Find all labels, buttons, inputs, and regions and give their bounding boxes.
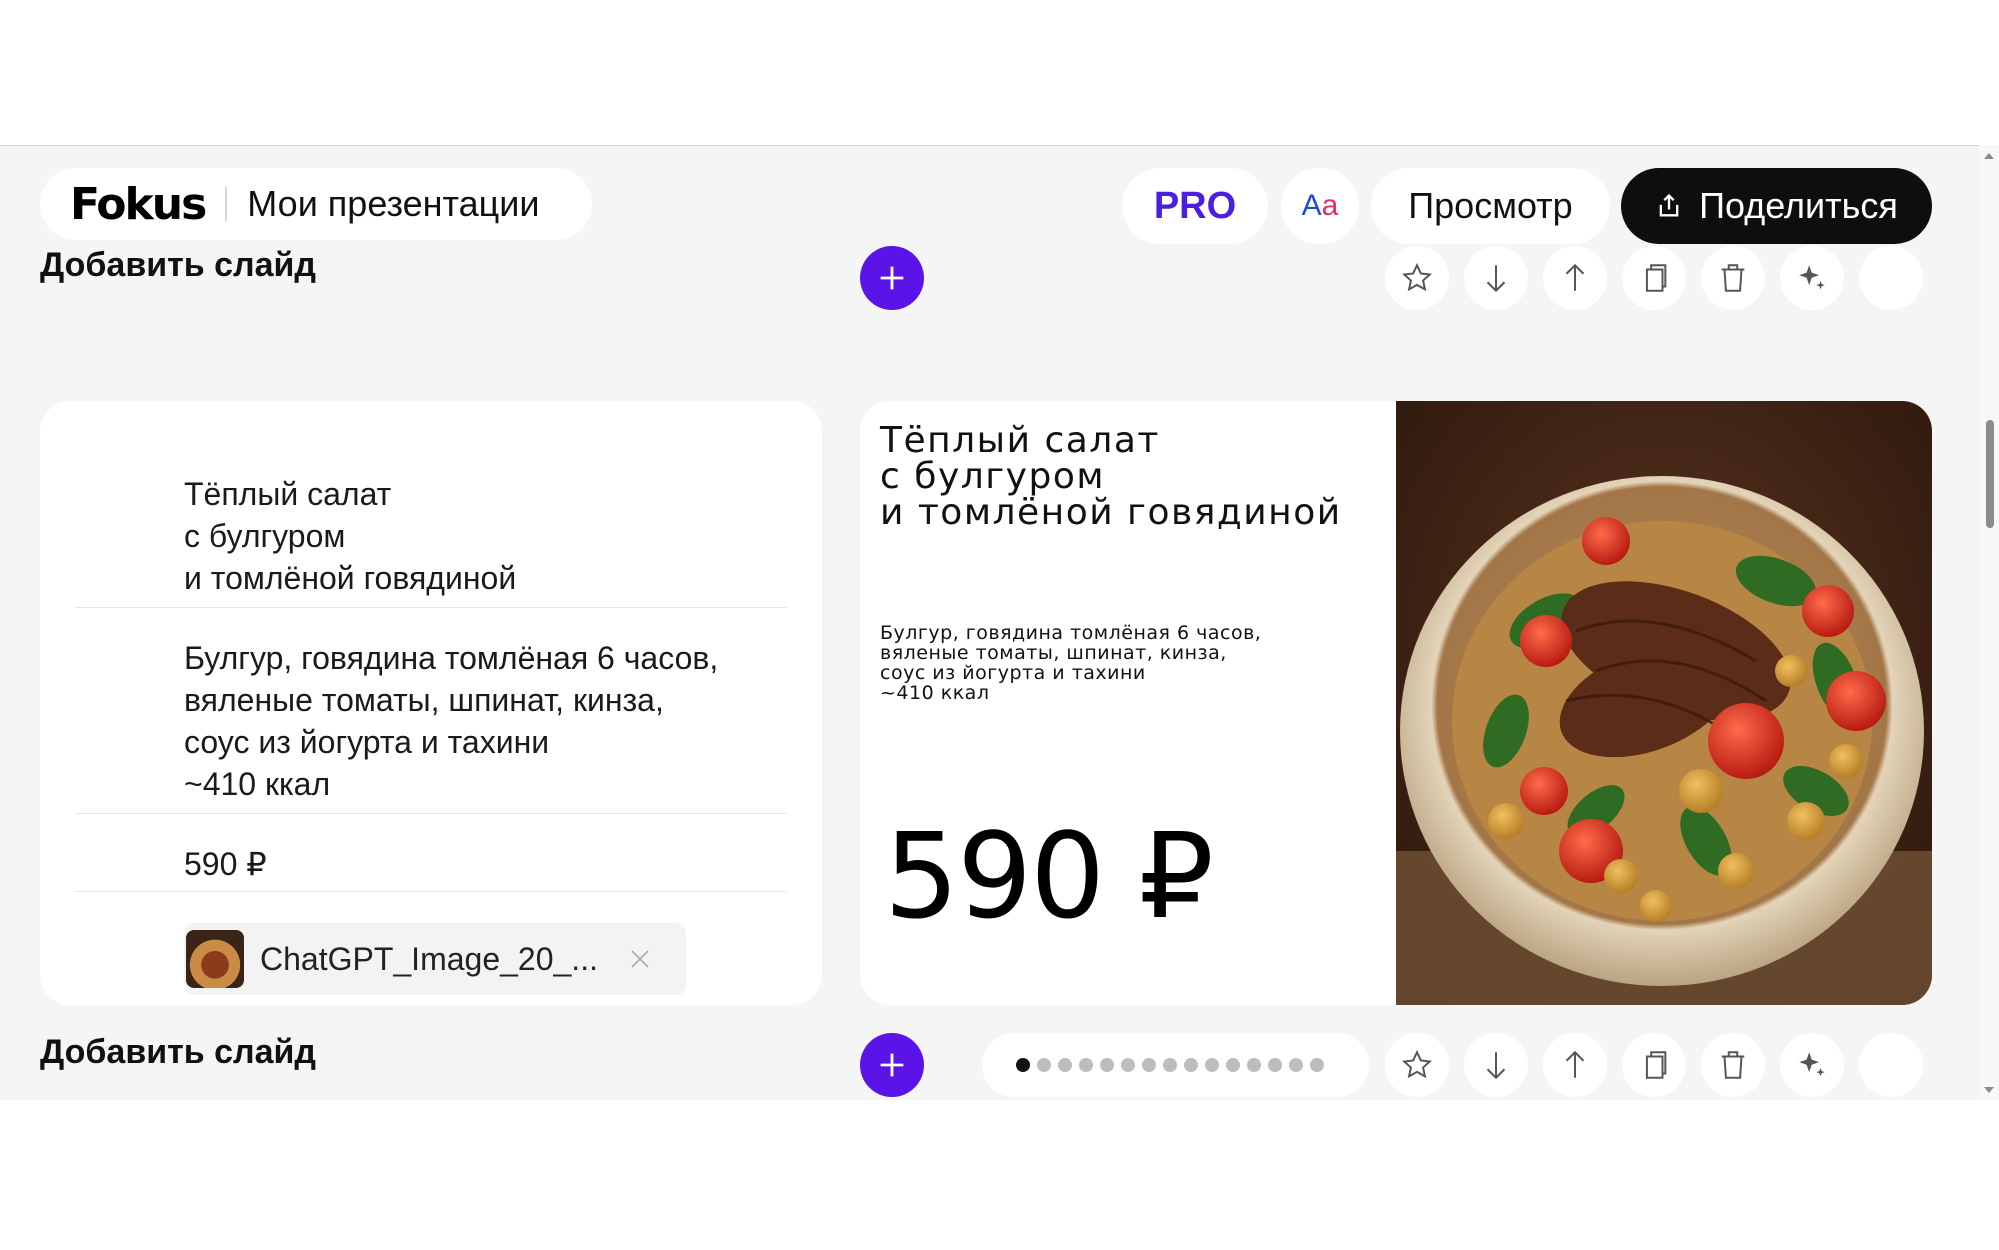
scroll-down-icon[interactable] xyxy=(1983,1085,1995,1095)
pagination-dot[interactable] xyxy=(1121,1058,1135,1072)
attachment-filename: ChatGPT_Image_20_... xyxy=(260,940,598,977)
pagination-dot[interactable] xyxy=(1310,1058,1324,1072)
scroll-up-icon[interactable] xyxy=(1983,151,1995,161)
price-field[interactable]: 590 ₽ xyxy=(184,843,267,885)
title-field[interactable]: Тёплый салат с булгуром и томлёной говяд… xyxy=(184,473,516,599)
pagination-dot[interactable] xyxy=(1079,1058,1093,1072)
sparkle-icon xyxy=(1799,1052,1825,1077)
title-line: с булгуром xyxy=(184,518,346,554)
field-divider xyxy=(75,813,787,814)
description-line: ~410 ккал xyxy=(184,766,331,802)
close-icon[interactable] xyxy=(628,947,652,971)
pagination-dot[interactable] xyxy=(1100,1058,1114,1072)
copy-icon xyxy=(1645,1051,1667,1079)
delete-button[interactable] xyxy=(1701,1033,1765,1097)
ai-button-top[interactable] xyxy=(1780,246,1844,310)
slide-title: Тёплый салат с булгуром и томлёной говяд… xyxy=(880,423,1342,531)
brand-divider xyxy=(225,187,228,221)
ai-button[interactable] xyxy=(1780,1033,1844,1097)
fokus-logo[interactable]: Fokus xyxy=(70,179,207,230)
description-field[interactable]: Булгур, говядина томлёная 6 часов, вялен… xyxy=(184,637,718,805)
duplicate-button[interactable] xyxy=(1622,1033,1686,1097)
pagination-dot[interactable] xyxy=(1058,1058,1072,1072)
sparkle-icon xyxy=(1799,265,1825,290)
arrow-down-icon xyxy=(1486,1052,1506,1080)
image-attachment[interactable]: ChatGPT_Image_20_... xyxy=(184,923,686,995)
trash-icon xyxy=(1721,264,1745,292)
trash-icon xyxy=(1721,1051,1745,1079)
scroll-thumb[interactable] xyxy=(1986,420,1994,528)
pagination-dot[interactable] xyxy=(1163,1058,1177,1072)
slide-description-line: вяленые томаты, шпинат, кинза, xyxy=(880,642,1227,664)
plus-icon xyxy=(880,1053,904,1077)
description-line: Булгур, говядина томлёная 6 часов, xyxy=(184,640,719,676)
font-settings-button[interactable]: Aa xyxy=(1281,168,1359,244)
favorite-button-top[interactable] xyxy=(1385,246,1449,310)
salad-photo xyxy=(1396,401,1932,1005)
slide-preview[interactable]: Тёплый салат с булгуром и томлёной говяд… xyxy=(860,401,1932,1005)
slide-edit-card: Тёплый салат с булгуром и томлёной говяд… xyxy=(40,401,822,1005)
share-button[interactable]: Поделиться xyxy=(1621,168,1932,244)
add-slide-label[interactable]: Добавить слайд xyxy=(40,1033,316,1072)
star-icon xyxy=(1401,262,1433,292)
move-down-button[interactable] xyxy=(1464,1033,1528,1097)
slide-description-line: соус из йогурта и тахини xyxy=(880,662,1146,684)
move-up-button[interactable] xyxy=(1543,1033,1607,1097)
attachment-thumbnail xyxy=(186,930,244,988)
move-down-button-top[interactable] xyxy=(1464,246,1528,310)
layout-pagination[interactable] xyxy=(982,1033,1369,1097)
move-up-button-top[interactable] xyxy=(1543,246,1607,310)
share-icon xyxy=(1659,193,1679,217)
pagination-dot[interactable] xyxy=(1016,1058,1030,1072)
pagination-dot[interactable] xyxy=(1142,1058,1156,1072)
field-divider xyxy=(75,607,787,608)
slide-description-line: Булгур, говядина томлёная 6 часов, xyxy=(880,622,1262,644)
more-button-top[interactable] xyxy=(1859,246,1923,310)
copy-icon xyxy=(1645,264,1667,292)
slide-title-line: и томлёной говядиной xyxy=(880,492,1342,533)
add-slide-label-top[interactable]: Добавить слайд xyxy=(40,246,316,285)
plus-icon xyxy=(880,266,904,290)
more-button[interactable] xyxy=(1859,1033,1923,1097)
pagination-dot[interactable] xyxy=(1247,1058,1261,1072)
my-presentations-link[interactable]: Мои презентации xyxy=(247,183,539,225)
delete-button-top[interactable] xyxy=(1701,246,1765,310)
slide-title-line: с булгуром xyxy=(880,456,1106,497)
scrollbar[interactable] xyxy=(1979,145,1999,1100)
add-slide-button-top[interactable] xyxy=(860,246,924,310)
pagination-dot[interactable] xyxy=(1037,1058,1051,1072)
description-line: вяленые томаты, шпинат, кинза, xyxy=(184,682,664,718)
pagination-dot[interactable] xyxy=(1205,1058,1219,1072)
title-line: Тёплый салат xyxy=(184,476,392,512)
pro-button[interactable]: PRO xyxy=(1122,168,1268,244)
description-line: соус из йогурта и тахини xyxy=(184,724,550,760)
editor-viewport: Fokus Мои презентации PRO Aa Просмотр По… xyxy=(0,145,1999,1100)
brand-bar: Fokus Мои презентации xyxy=(40,168,592,240)
pagination-dot[interactable] xyxy=(1184,1058,1198,1072)
arrow-up-icon xyxy=(1565,263,1585,291)
duplicate-button-top[interactable] xyxy=(1622,246,1686,310)
pagination-dot[interactable] xyxy=(1289,1058,1303,1072)
star-icon xyxy=(1401,1049,1433,1079)
arrow-up-icon xyxy=(1565,1050,1585,1078)
add-slide-button[interactable] xyxy=(860,1033,924,1097)
font-icon-a-lower: a xyxy=(1321,189,1339,222)
font-icon-a-upper: A xyxy=(1301,189,1322,222)
slide-description-line: ~410 ккал xyxy=(880,682,990,704)
title-line: и томлёной говядиной xyxy=(184,560,517,596)
pagination-dot[interactable] xyxy=(1226,1058,1240,1072)
field-divider xyxy=(75,891,787,892)
arrow-down-icon xyxy=(1486,265,1506,293)
slide-description: Булгур, говядина томлёная 6 часов, вялен… xyxy=(880,623,1261,703)
pagination-dot[interactable] xyxy=(1268,1058,1282,1072)
slide-price: 590 ₽ xyxy=(884,807,1214,945)
preview-button[interactable]: Просмотр xyxy=(1371,168,1610,244)
favorite-button[interactable] xyxy=(1385,1033,1449,1097)
share-label: Поделиться xyxy=(1699,185,1898,226)
slide-title-line: Тёплый салат xyxy=(880,420,1160,461)
